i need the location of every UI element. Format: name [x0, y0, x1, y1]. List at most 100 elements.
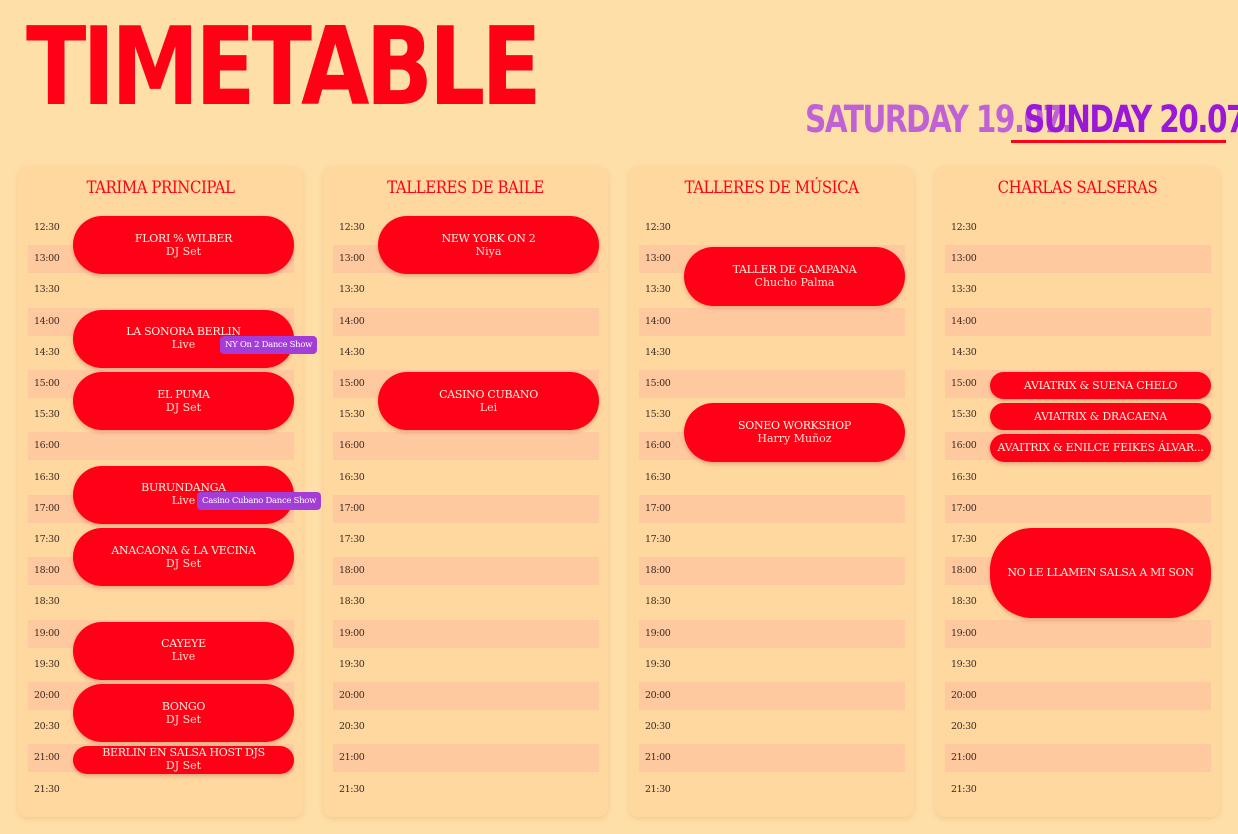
event-title: BONGO [161, 699, 206, 713]
day-tab-sunday[interactable]: SUNDAY 20.07. [1024, 98, 1238, 142]
time-label: 19:00 [951, 627, 977, 639]
event-card[interactable]: NEW YORK ON 2 Niya [378, 216, 599, 275]
time-label: 15:30 [339, 409, 365, 421]
time-slot: 19:00 [639, 619, 905, 648]
dance-show-tag[interactable]: NY On 2 Dance Show [220, 335, 318, 354]
time-label: 15:00 [339, 378, 365, 389]
time-label: 14:00 [34, 315, 60, 327]
stage-column: CHARLAS SALSERAS 12:30 13:00 13:30 14:00 14:3… [935, 166, 1220, 817]
time-slot: 20:30 [945, 713, 1211, 741]
event-title: SONEO WORKSHOP [738, 418, 851, 432]
time-slot: 15:00 [639, 370, 905, 398]
time-label: 13:30 [951, 284, 977, 296]
time-slot: 20:00 [333, 682, 599, 710]
time-slot: 18:30 [333, 588, 599, 616]
time-label: 18:00 [951, 565, 977, 577]
time-slot: 18:30 [639, 588, 905, 616]
time-label: 19:00 [645, 627, 671, 639]
time-slot: 14:30 [945, 339, 1211, 367]
time-slot: 19:00 [333, 619, 599, 648]
event-subtitle: Chucho Palma [754, 275, 835, 289]
time-label: 13:00 [645, 253, 671, 265]
time-label: 21:00 [339, 752, 365, 764]
time-slot: 16:30 [333, 464, 599, 492]
time-label: 16:00 [645, 440, 671, 452]
dance-show-tag[interactable]: Casino Cubano Dance Show [197, 491, 322, 510]
event-card[interactable]: FLORI % WILBER DJ Set [73, 216, 294, 275]
time-slot: 14:00 [945, 307, 1211, 336]
time-slot: 20:30 [333, 713, 599, 741]
event-card[interactable]: AVIATRIX & DRACAENA [990, 403, 1211, 431]
time-slot: 13:30 [28, 276, 294, 304]
time-label: 21:30 [951, 783, 977, 795]
time-label: 21:00 [645, 752, 671, 764]
event-card[interactable]: TALLER DE CAMPANA Chucho Palma [684, 247, 905, 306]
time-label: 21:30 [339, 783, 365, 795]
time-label: 20:00 [951, 690, 977, 701]
stage-title: CHARLAS SALSERAS [997, 178, 1158, 198]
stage-column: TALLERES DE MÚSICA 12:30 13:00 13:30 14:00 14… [629, 166, 914, 817]
time-label: 17:00 [645, 502, 671, 514]
time-slot: 21:00 [945, 744, 1211, 773]
time-label: 14:30 [34, 346, 60, 358]
event-card[interactable]: NO LE LLAMEN SALSA A MI SON [990, 528, 1211, 618]
time-label: 19:00 [34, 627, 60, 639]
event-card[interactable]: CASINO CUBANO Lei [378, 372, 599, 431]
event-card[interactable]: EL PUMA DJ Set [73, 372, 294, 431]
time-label: 18:30 [34, 596, 60, 608]
time-label: 18:30 [951, 596, 977, 608]
time-label: 13:30 [34, 284, 60, 296]
time-label: 12:30 [34, 222, 60, 233]
event-card[interactable]: ANACAONA & LA VECINA DJ Set [73, 528, 294, 587]
event-card[interactable]: CAYEYE Live [73, 621, 294, 680]
event-subtitle: DJ Set [165, 712, 202, 726]
time-label: 14:00 [645, 315, 671, 327]
time-label: 18:30 [645, 596, 671, 608]
time-slot: 17:00 [333, 494, 599, 523]
time-slot: 21:00 [333, 744, 599, 773]
time-label: 14:00 [339, 315, 365, 327]
stage-title: TALLERES DE BAILE [387, 178, 544, 198]
time-label: 20:00 [34, 690, 60, 701]
event-title: CAYEYE [161, 637, 206, 651]
time-slot: 17:30 [333, 526, 599, 554]
stage-column: TARIMA PRINCIPAL 12:30 13:00 13:30 14:00 14:3… [18, 166, 322, 817]
time-label: 14:30 [339, 346, 365, 358]
event-card[interactable]: BERLIN EN SALSA HOST DJS DJ Set [73, 746, 294, 774]
time-label: 20:30 [34, 721, 60, 733]
event-subtitle: DJ Set [165, 400, 202, 414]
time-label: 16:00 [34, 440, 60, 452]
event-subtitle: DJ Set [165, 556, 202, 570]
stage-title: TARIMA PRINCIPAL [86, 178, 235, 198]
time-label: 13:00 [951, 253, 977, 265]
event-title: ANACAONA & LA VECINA [111, 543, 256, 557]
time-slot: 13:30 [333, 276, 599, 304]
time-slot: 21:30 [333, 776, 599, 804]
event-card[interactable]: AVAITRIX & ENILCE FEIKES ÁLVAR... [990, 434, 1211, 462]
time-label: 14:00 [951, 315, 977, 327]
time-label: 15:00 [645, 378, 671, 389]
time-slot: 14:00 [639, 307, 905, 336]
time-label: 16:30 [645, 471, 671, 483]
time-label: 17:00 [951, 502, 977, 514]
event-subtitle: Live [171, 650, 196, 664]
event-title: AVAITRIX & ENILCE FEIKES ÁLVAR... [997, 441, 1204, 455]
time-slot: 18:00 [639, 557, 905, 586]
time-label: 13:30 [339, 284, 365, 296]
event-subtitle: Live [171, 494, 196, 508]
time-slot: 20:30 [639, 713, 905, 741]
event-card[interactable]: BONGO DJ Set [73, 684, 294, 743]
time-label: 17:30 [34, 534, 60, 545]
event-subtitle: Live [171, 338, 196, 352]
time-label: 12:30 [645, 222, 671, 233]
time-label: 19:00 [339, 627, 365, 639]
event-card[interactable]: AVIATRIX & SUENA CHELO [990, 372, 1211, 400]
time-slot: 19:30 [333, 651, 599, 679]
time-label: 20:00 [339, 690, 365, 701]
time-slot: 20:00 [639, 682, 905, 710]
stage-column: TALLERES DE BAILE 12:30 13:00 13:30 14:00 14:… [323, 166, 608, 817]
time-label: 18:00 [339, 565, 365, 577]
time-label: 17:30 [645, 534, 671, 545]
event-card[interactable]: SONEO WORKSHOP Harry Muñoz [684, 403, 905, 462]
time-label: 17:30 [339, 534, 365, 545]
